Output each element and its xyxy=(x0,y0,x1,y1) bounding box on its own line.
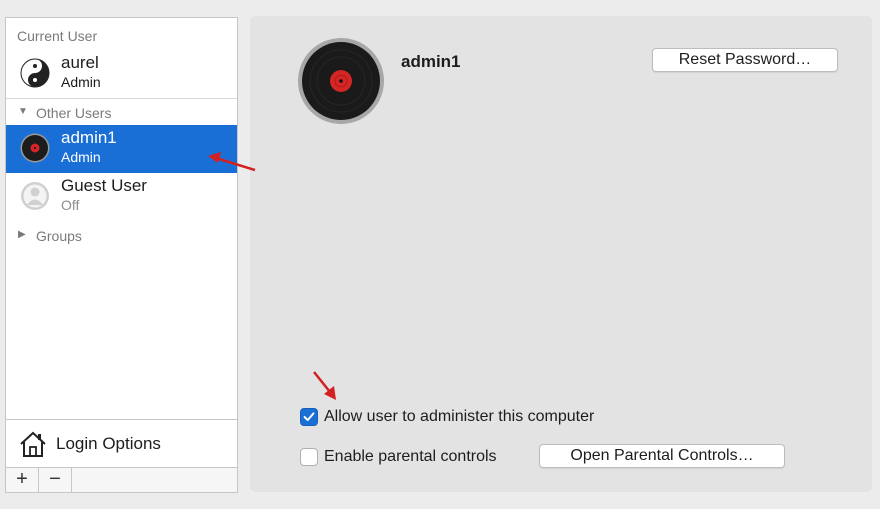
remove-user-button[interactable]: − xyxy=(39,468,72,492)
disclosure-expanded-icon[interactable]: ▼ xyxy=(18,106,28,117)
parental-controls-label[interactable]: Enable parental controls xyxy=(324,448,497,466)
allow-admin-checkbox[interactable] xyxy=(300,408,318,426)
user-name: admin1 xyxy=(61,128,117,147)
guest-user-icon xyxy=(21,182,49,210)
user-row-aurel[interactable]: aurel Admin xyxy=(6,50,237,98)
vinyl-record-icon xyxy=(20,133,50,163)
user-avatar-large[interactable] xyxy=(298,38,384,124)
open-parental-controls-button[interactable]: Open Parental Controls… xyxy=(539,444,785,468)
groups-item[interactable]: Groups xyxy=(36,228,82,244)
user-role: Admin xyxy=(61,74,101,90)
add-user-button[interactable]: + xyxy=(6,468,39,492)
user-role: Admin xyxy=(61,149,101,165)
other-users-header: Other Users xyxy=(36,105,112,121)
user-name: Guest User xyxy=(61,176,147,195)
annotation-arrow-icon xyxy=(313,371,336,400)
yin-yang-icon xyxy=(20,58,50,88)
checkmark-icon xyxy=(303,412,315,422)
reset-password-button[interactable]: Reset Password… xyxy=(652,48,838,72)
house-icon xyxy=(20,431,46,457)
user-list-sidebar: Current User aurel Admin ▼ Other Users a… xyxy=(5,17,238,420)
user-detail-panel: admin1 Reset Password… Allow user to adm… xyxy=(250,16,872,492)
parental-controls-checkbox[interactable] xyxy=(300,448,318,466)
section-divider xyxy=(6,98,237,99)
selected-user-name: admin1 xyxy=(401,52,461,71)
login-options-label: Login Options xyxy=(56,434,161,453)
login-options-button[interactable]: Login Options xyxy=(5,420,238,468)
user-name: aurel xyxy=(61,53,99,72)
allow-admin-label[interactable]: Allow user to administer this computer xyxy=(324,408,594,426)
disclosure-collapsed-icon[interactable]: ▶ xyxy=(18,229,26,240)
user-role: Off xyxy=(61,197,80,213)
add-remove-bar: + − xyxy=(5,468,238,493)
current-user-header: Current User xyxy=(17,28,98,44)
user-row-guest[interactable]: Guest User Off xyxy=(6,173,237,221)
annotation-arrow-icon xyxy=(208,152,256,172)
